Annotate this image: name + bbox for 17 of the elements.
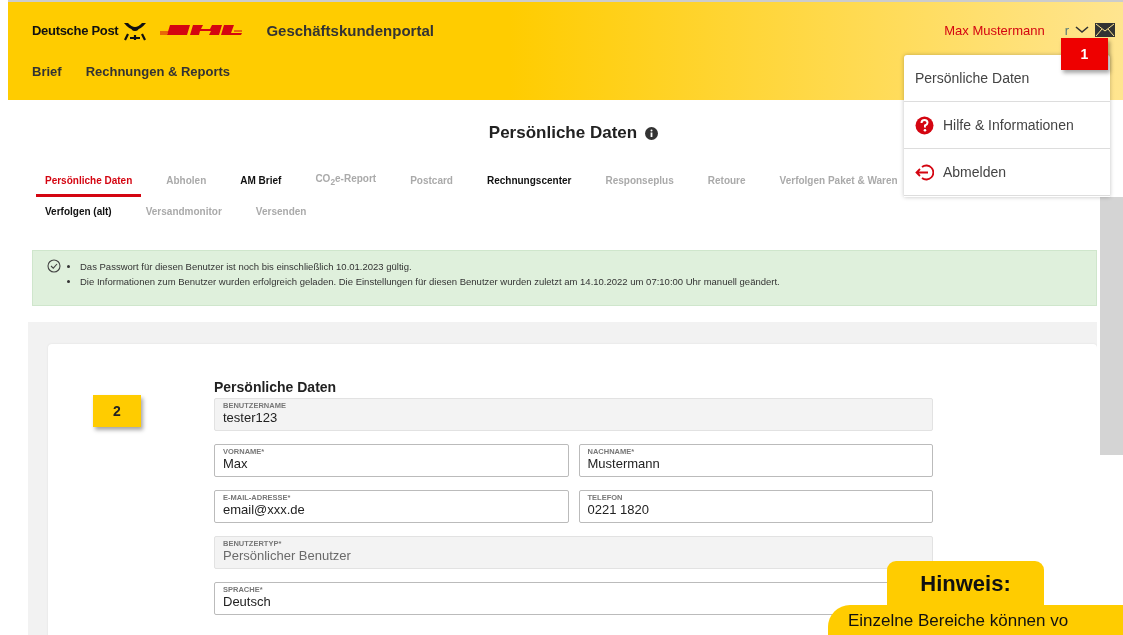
user-name-fragment: r (1064, 22, 1069, 38)
field-value: Max (223, 456, 249, 471)
alert-message: Das Passwort für diesen Benutzer ist noch bis einschließlich 10.01.2023 gültig. (80, 260, 412, 274)
field-value: tester123 (223, 410, 279, 425)
portal-title: Geschäftskundenportal (266, 21, 434, 39)
field-value: Deutsch (223, 594, 272, 609)
field-value: Mustermann (587, 456, 661, 471)
section-title: Persönliche Daten (214, 379, 338, 395)
brand-name: Deutsche Post (32, 22, 119, 38)
field-value: email@xxx.de (223, 502, 306, 517)
field-value: Persönlicher Benutzer (223, 548, 352, 563)
alert-message: Die Informationen zum Benutzer wurden erfolgreich geladen. Die Einstellungen für diesen Benutzer wurden zuletzt am 14.10.2022 um 07:10:00 Uhr manuell geändert. (80, 275, 780, 289)
hint-text-tooltip: Einzelne Bereiche können vo (828, 605, 1123, 635)
field-value: 0221 1820 (587, 502, 650, 517)
step-badge: 1 (1061, 38, 1108, 70)
page-title: Persönliche Daten (488, 123, 638, 143)
step-badge: 2 (93, 395, 141, 427)
